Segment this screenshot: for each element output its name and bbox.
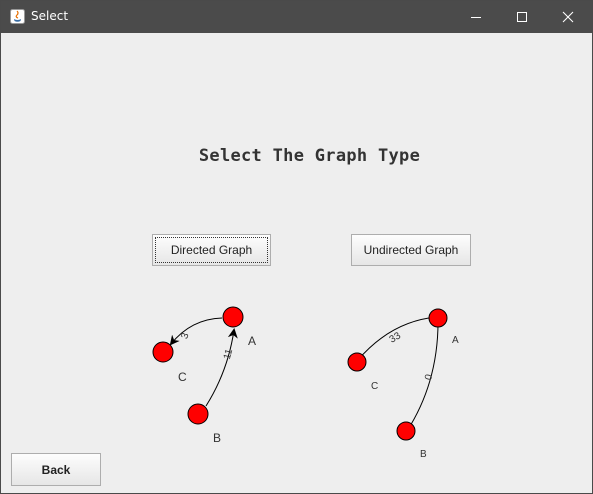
undirected-edge-a-b — [406, 317, 439, 432]
undirected-edge-a-b-weight: 0 — [423, 373, 435, 382]
back-button[interactable]: Back — [11, 453, 101, 486]
undirected-graph-illustration: 33 0 A C B — [347, 308, 459, 460]
undirected-node-b — [396, 421, 416, 441]
undirected-node-c — [347, 352, 367, 372]
undirected-node-c-label: C — [371, 381, 378, 392]
undirected-node-a — [428, 308, 448, 328]
undirected-node-b-label: B — [420, 449, 427, 460]
select-window: Select Select The Graph Type Directed Gr… — [0, 0, 593, 494]
undirected-node-a-label: A — [452, 335, 459, 346]
